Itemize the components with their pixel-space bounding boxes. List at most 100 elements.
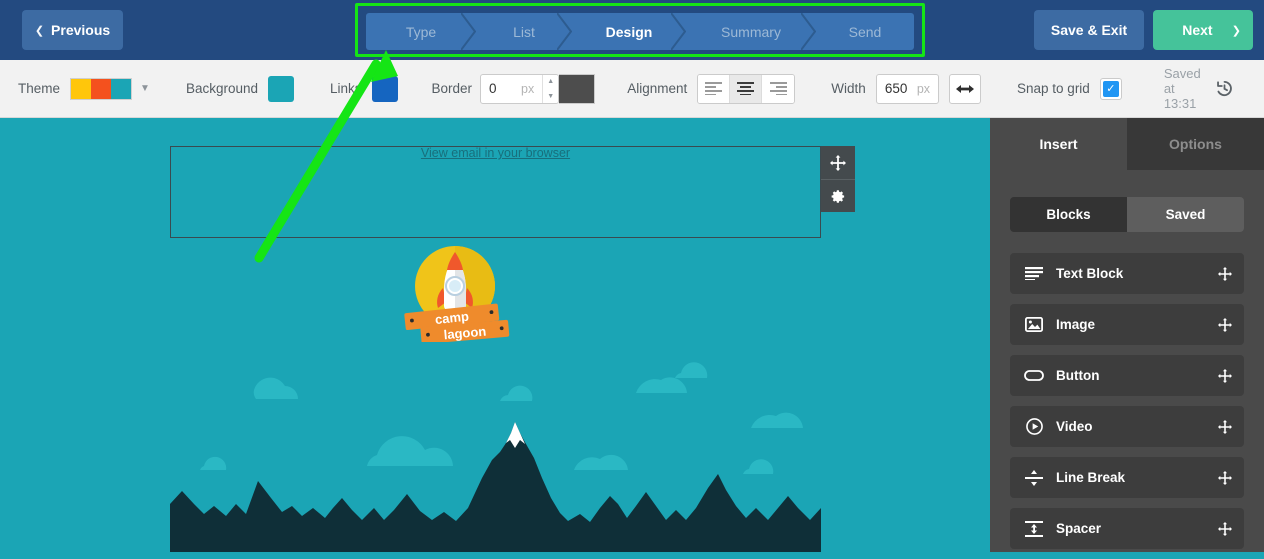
line-break-icon (1022, 469, 1046, 486)
width-control: Width px (831, 73, 982, 104)
save-and-exit-button[interactable]: Save & Exit (1034, 10, 1144, 50)
block-settings-button[interactable] (821, 179, 855, 212)
block-move-button[interactable] (821, 146, 855, 179)
border-control: Border px ▲ ▼ (431, 73, 596, 104)
chevron-left-icon: ❮ (34, 24, 45, 37)
alignment-button-group[interactable] (697, 73, 796, 104)
chevron-right-icon: ❯ (1231, 24, 1241, 37)
previous-button-label: Previous (51, 22, 111, 38)
align-right-icon (769, 82, 787, 95)
step-tab-list-label: List (513, 23, 535, 40)
move-icon[interactable] (1218, 266, 1232, 281)
links-color-swatch[interactable] (371, 75, 398, 102)
save-and-exit-label: Save & Exit (1050, 22, 1128, 38)
sidebar-tabs[interactable]: Insert Options (990, 118, 1264, 170)
block-line-break[interactable]: Line Break (1010, 457, 1244, 498)
snap-to-grid-checkbox[interactable]: ✓ (1099, 77, 1122, 100)
right-sidebar: Insert Options Blocks Saved Text Block I… (990, 118, 1264, 552)
block-video-label: Video (1056, 419, 1093, 434)
background-color-swatch[interactable] (268, 75, 294, 102)
border-label: Border (431, 81, 473, 96)
width-input[interactable] (876, 74, 917, 103)
theme-swatch-3 (111, 78, 132, 99)
links-control[interactable]: Links (330, 75, 398, 102)
border-color-swatch[interactable] (559, 73, 596, 104)
align-right-button[interactable] (762, 74, 795, 103)
step-tab-type-label: Type (405, 23, 437, 40)
border-stepper-up[interactable]: ▲ (543, 75, 558, 89)
app-header: ❮ Previous Type List Design Summary Send… (0, 0, 1264, 60)
align-left-icon (705, 82, 723, 95)
tab-insert-label: Insert (1039, 136, 1078, 152)
step-navigation-highlight: Type List Design Summary Send (355, 3, 925, 57)
border-width-field[interactable]: px ▲ ▼ (480, 73, 560, 104)
alignment-label: Alignment (627, 81, 688, 96)
step-tab-design-label: Design (605, 23, 653, 40)
move-icon[interactable] (1218, 470, 1232, 485)
step-tab-send[interactable]: Send (816, 13, 914, 50)
blocks-list: Text Block Image Button Video Line Break… (1010, 253, 1244, 559)
border-unit-label: px (521, 81, 535, 96)
blocks-saved-toggle[interactable]: Blocks Saved (1010, 197, 1244, 232)
step-navigation[interactable]: Type List Design Summary Send (366, 13, 914, 50)
step-separator-icon (671, 13, 687, 50)
email-canvas[interactable]: View email in your browser camp lagoon (0, 118, 990, 552)
block-image[interactable]: Image (1010, 304, 1244, 345)
step-separator-icon (801, 13, 817, 50)
step-tab-design[interactable]: Design (572, 13, 687, 50)
move-icon (830, 154, 846, 171)
arrows-horizontal-icon (956, 84, 975, 93)
move-icon[interactable] (1218, 317, 1232, 332)
align-left-button[interactable] (698, 74, 731, 103)
move-icon[interactable] (1218, 368, 1232, 383)
block-spacer[interactable]: Spacer (1010, 508, 1244, 549)
play-circle-icon (1022, 418, 1046, 435)
saved-status-text: Saved at 13:31 (1163, 66, 1201, 111)
segment-saved-label: Saved (1165, 207, 1206, 222)
step-tab-type[interactable]: Type (366, 13, 477, 50)
block-line-break-label: Line Break (1056, 470, 1126, 485)
links-label: Links (330, 81, 362, 96)
move-icon[interactable] (1218, 521, 1232, 536)
width-resize-button[interactable] (949, 73, 982, 104)
width-field[interactable]: px (875, 73, 940, 104)
block-button[interactable]: Button (1010, 355, 1244, 396)
step-tab-summary[interactable]: Summary (686, 13, 817, 50)
block-image-label: Image (1056, 317, 1096, 332)
tab-insert[interactable]: Insert (990, 118, 1127, 170)
theme-swatch-1 (71, 78, 92, 99)
block-video[interactable]: Video (1010, 406, 1244, 447)
chevron-down-icon[interactable]: ▼ (140, 83, 150, 94)
segment-blocks[interactable]: Blocks (1010, 197, 1127, 232)
block-spacer-label: Spacer (1056, 521, 1102, 536)
background-label: Background (185, 81, 258, 96)
border-stepper-down[interactable]: ▼ (543, 89, 558, 103)
theme-swatches[interactable] (70, 77, 133, 100)
email-body[interactable]: View email in your browser camp lagoon (170, 118, 855, 552)
view-in-browser-link[interactable]: View email in your browser (170, 146, 821, 160)
width-unit-label: px (916, 81, 931, 96)
block-text-block[interactable]: Text Block (1010, 253, 1244, 294)
step-tab-send-label: Send (848, 23, 882, 40)
theme-control[interactable]: Theme ▼ (18, 77, 150, 100)
checkmark-icon: ✓ (1102, 80, 1119, 97)
button-pill-icon (1022, 370, 1046, 381)
step-tab-list[interactable]: List (476, 13, 573, 50)
camp-lagoon-rocket-logo[interactable]: camp lagoon (399, 244, 511, 345)
align-center-button[interactable] (730, 74, 763, 103)
snap-to-grid-label: Snap to grid (1017, 81, 1090, 96)
snap-to-grid-control[interactable]: Snap to grid ✓ (1017, 77, 1122, 100)
align-center-icon (737, 82, 755, 95)
move-icon[interactable] (1218, 419, 1232, 434)
border-width-input[interactable] (481, 74, 522, 103)
background-control[interactable]: Background (185, 75, 294, 102)
history-clock-icon[interactable] (1215, 79, 1234, 98)
step-separator-icon (461, 13, 477, 50)
border-stepper[interactable]: ▲ ▼ (542, 74, 559, 103)
segment-saved[interactable]: Saved (1127, 197, 1244, 232)
previous-button[interactable]: ❮ Previous (22, 10, 123, 50)
theme-swatch-2 (91, 78, 112, 99)
tab-options[interactable]: Options (1127, 118, 1264, 170)
gear-icon (831, 189, 844, 203)
next-button[interactable]: Next ❯ (1153, 10, 1253, 50)
